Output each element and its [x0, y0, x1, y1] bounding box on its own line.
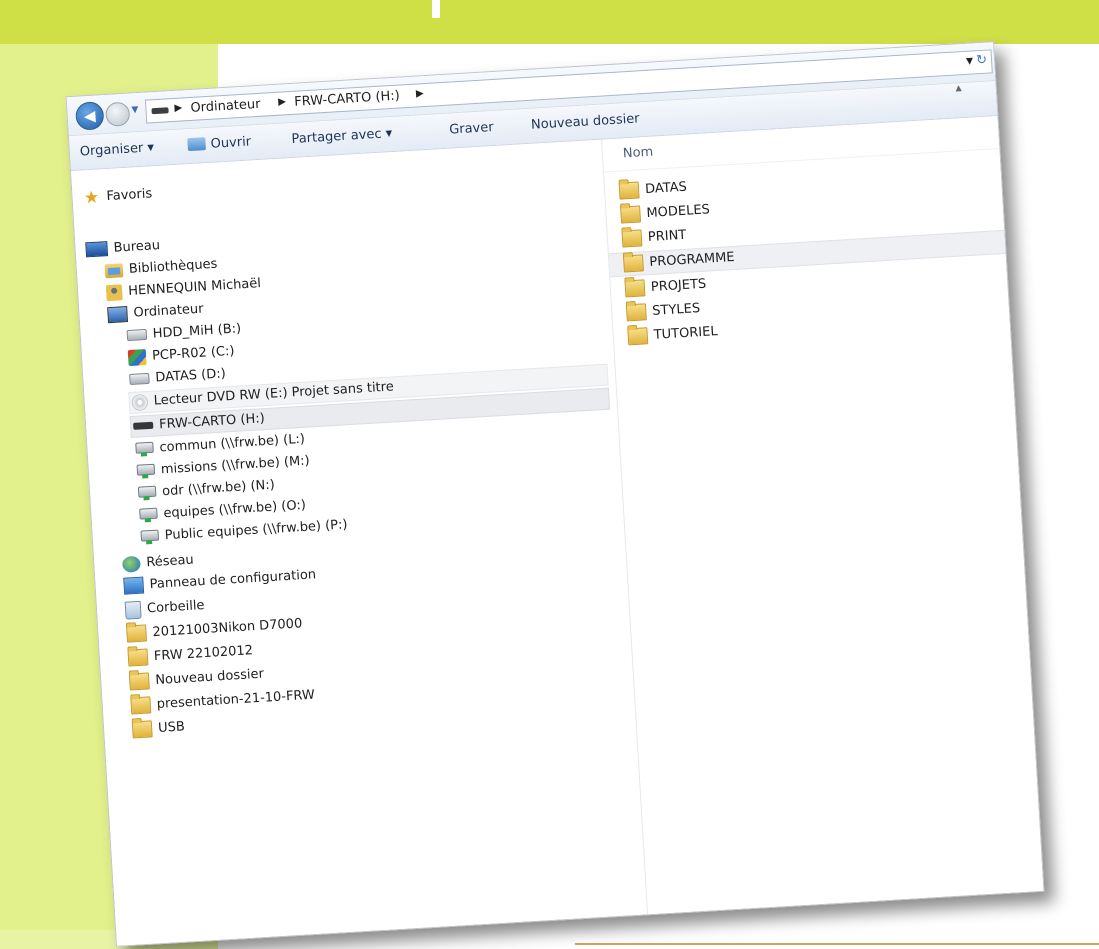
network-drive-icon [135, 463, 156, 478]
network-drive-icon [138, 529, 159, 544]
open-folder-icon [187, 137, 206, 152]
forward-button[interactable] [105, 101, 131, 127]
back-button[interactable]: ◀ [74, 101, 105, 131]
folder-icon [624, 279, 646, 298]
tree-item-label: commun (\\frw.be) (L:) [159, 431, 306, 456]
tree-item-label: missions (\\frw.be) (M:) [160, 453, 311, 478]
share-with-button[interactable]: Partager avec ▾ [291, 126, 393, 147]
folder-icon [621, 229, 643, 248]
new-folder-button[interactable]: Nouveau dossier [531, 111, 640, 132]
tree-item-label: Corbeille [146, 597, 205, 617]
tree-item-label: Ordinateur [133, 301, 204, 321]
folder-icon [627, 327, 649, 346]
star-icon: ★ [83, 187, 100, 208]
file-name: TUTORIEL [653, 324, 719, 343]
network-globe-icon [121, 555, 141, 573]
file-name: DATAS [644, 179, 688, 198]
hard-drive-icon [126, 328, 148, 342]
user-folder-icon [105, 283, 123, 301]
tree-item-label: odr (\\frw.be) (N:) [161, 477, 276, 500]
desktop-icon [85, 241, 109, 258]
dvd-icon [131, 393, 149, 411]
control-panel-icon [123, 576, 145, 595]
recent-pages-dropdown-icon[interactable]: ▼ [131, 105, 139, 115]
folder-icon [618, 181, 640, 200]
organize-button[interactable]: Organiser ▾ [79, 140, 154, 159]
tree-item-label: 20121003Nikon D7000 [152, 616, 303, 641]
open-button[interactable]: Ouvrir [187, 134, 251, 153]
usb-drive-icon [133, 421, 154, 430]
network-drive-icon [136, 485, 157, 500]
recycle-bin-icon [124, 600, 142, 620]
tree-item-folder[interactable]: FRW 22102012 [127, 641, 253, 668]
tree-item-label: Bibliothèques [128, 256, 218, 277]
name-column-header[interactable]: Nom [623, 145, 654, 162]
tree-item-label: HENNEQUIN Michaël [127, 276, 262, 299]
file-name: STYLES [651, 301, 701, 319]
bottom-accent-rule [575, 943, 1099, 945]
libraries-icon [104, 262, 124, 278]
file-name: PROJETS [650, 276, 707, 295]
tree-item-label: Réseau [145, 552, 195, 571]
folder-icon [131, 720, 153, 739]
computer-icon [107, 305, 129, 323]
drive-icon [151, 107, 169, 115]
hard-drive-icon [129, 372, 150, 386]
file-name: PROGRAMME [648, 249, 735, 270]
tree-item-label: USB [157, 719, 186, 736]
tree-item-label: Favoris [106, 186, 153, 205]
back-arrow-icon: ◀ [83, 106, 97, 126]
network-drive-icon [133, 441, 154, 456]
tree-item-label: equipes (\\frw.be) (O:) [163, 497, 307, 522]
tree-item-label: presentation-21-10-FRW [156, 687, 316, 712]
tree-item-label: Nouveau dossier [154, 666, 265, 689]
breadcrumb-computer[interactable]: Ordinateur [190, 97, 261, 116]
tree-item-favorites[interactable]: ★ Favoris [82, 184, 153, 208]
open-label: Ouvrir [210, 134, 252, 152]
tree-item-label: PCP-R02 (C:) [151, 343, 235, 364]
breadcrumb-separator-icon: ▶ [415, 88, 425, 100]
folder-icon [620, 205, 642, 224]
explorer-window: ◀ ▼ ▶ Ordinateur ▶ FRW-CARTO (H:) ▶ ▼ ↻ … [65, 41, 1045, 947]
tree-item-folder[interactable]: USB [131, 717, 186, 740]
tree-item-recycle-bin[interactable]: Corbeille [124, 596, 206, 621]
file-name: PRINT [647, 227, 687, 246]
refresh-icon[interactable]: ↻ [976, 53, 988, 69]
tree-item-label: FRW 22102012 [153, 643, 254, 665]
file-name: MODELES [646, 202, 711, 222]
folder-icon [128, 672, 150, 691]
breadcrumb-separator-icon: ▶ [174, 102, 183, 114]
tree-item-label: Bureau [113, 238, 161, 256]
top-accent-band [0, 0, 1099, 44]
breadcrumb-drive[interactable]: FRW-CARTO (H:) [294, 89, 400, 110]
folder-icon [126, 624, 148, 643]
file-list-pane: Nom DATAS MODELES PRINT PROGRAMME PROJET… [601, 115, 1045, 917]
folder-icon [130, 696, 152, 715]
tree-item-desktop[interactable]: Bureau [85, 236, 160, 260]
breadcrumb-separator-icon: ▶ [277, 96, 287, 108]
tree-item-label: DATAS (D:) [154, 366, 227, 386]
burn-button[interactable]: Graver [449, 120, 494, 138]
folder-icon [625, 303, 647, 322]
top-band-notch [432, 0, 440, 18]
folder-icon [127, 648, 149, 667]
tree-item-folder[interactable]: Nouveau dossier [128, 665, 265, 693]
navigation-pane: ★ Favoris Bureau Bibliothèques HENNEQUIN … [71, 139, 647, 947]
tree-item-network[interactable]: Réseau [121, 551, 195, 575]
system-drive-icon [127, 348, 147, 366]
tree-item-label: FRW-CARTO (H:) [158, 411, 266, 433]
folder-icon [622, 254, 644, 273]
address-dropdown-icon[interactable]: ▼ [966, 56, 974, 66]
scroll-up-icon[interactable]: ▲ [955, 83, 962, 92]
explorer-screenshot: ◀ ▼ ▶ Ordinateur ▶ FRW-CARTO (H:) ▶ ▼ ↻ … [65, 41, 1045, 947]
tree-item-label: HDD_MiH (B:) [152, 321, 242, 342]
network-drive-icon [137, 507, 158, 522]
